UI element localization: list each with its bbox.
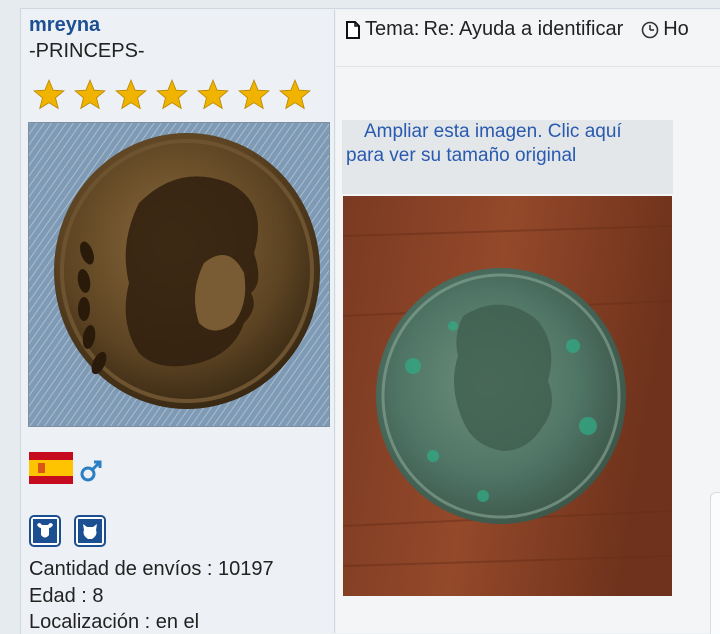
topic-prefix: Tema: xyxy=(365,18,420,40)
user-location: Localización : en el xyxy=(29,611,200,633)
avatar-coin-image xyxy=(29,123,329,426)
post-coin-image[interactable] xyxy=(343,196,672,596)
taurus-icon xyxy=(29,515,61,547)
enlarge-line-2: para ver su tamaño original xyxy=(346,145,577,166)
enlarge-image-link[interactable]: Ampliar esta imagen. Clic aquí para ver … xyxy=(342,120,673,194)
male-icon xyxy=(80,460,102,482)
enlarge-line-1: Ampliar esta imagen. Clic aquí xyxy=(364,121,622,142)
ox-icon xyxy=(74,515,106,547)
user-rank: -PRINCEPS- xyxy=(29,40,145,62)
star-icon xyxy=(156,79,188,110)
star-icon xyxy=(115,79,147,110)
topic-title[interactable]: Re: Ayuda a identificar xyxy=(423,18,623,41)
post-header-divider xyxy=(336,66,720,67)
user-age: Edad : 8 xyxy=(29,585,104,607)
coin-photo xyxy=(343,196,672,596)
post-topic-header: Tema: Re: Ayuda a identificar Ho xyxy=(345,18,689,41)
rank-stars xyxy=(30,78,314,112)
star-icon xyxy=(33,79,65,110)
document-icon xyxy=(346,20,360,39)
username-link[interactable]: mreyna xyxy=(29,14,100,37)
post-count: Cantidad de envíos : 10197 xyxy=(29,558,274,580)
star-icon xyxy=(197,79,229,110)
scroll-indicator[interactable] xyxy=(710,492,720,634)
post-date: Ho xyxy=(663,18,689,40)
clock-icon xyxy=(641,21,659,38)
star-icon xyxy=(279,79,311,110)
user-avatar[interactable] xyxy=(28,122,330,427)
star-icon xyxy=(238,79,270,110)
star-icon xyxy=(74,79,106,110)
spain-flag-icon xyxy=(29,452,73,484)
